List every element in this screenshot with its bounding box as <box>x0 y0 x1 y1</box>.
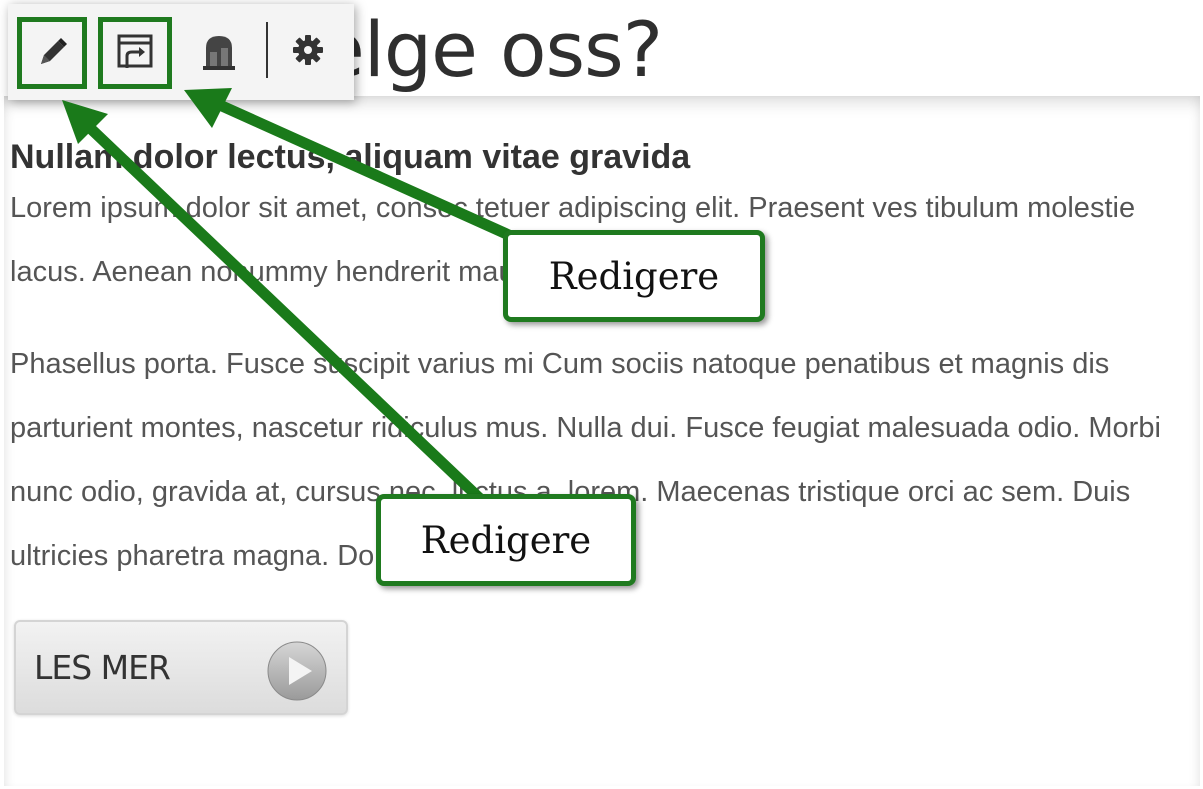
play-icon <box>267 641 327 701</box>
settings-button[interactable] <box>288 30 328 70</box>
callout-edit: Redigere <box>376 494 636 586</box>
source-edit-icon <box>117 34 153 68</box>
edit-source-button[interactable] <box>98 17 172 89</box>
toolbar-separator <box>266 22 268 78</box>
editor-toolbar <box>8 4 354 100</box>
stack-button[interactable] <box>200 26 238 74</box>
pencil-icon <box>41 38 67 64</box>
read-more-button[interactable]: LES MER <box>14 620 348 715</box>
edit-button[interactable] <box>17 17 87 89</box>
gear-icon <box>293 35 323 65</box>
section-subtitle: Nullam dolor lectus, aliquam vitae gravi… <box>10 138 691 176</box>
callout-edit-source: Redigere <box>503 230 765 322</box>
stack-icon <box>203 36 235 70</box>
read-more-label: LES MER <box>34 648 171 687</box>
page-heading: elge oss? <box>318 5 663 94</box>
